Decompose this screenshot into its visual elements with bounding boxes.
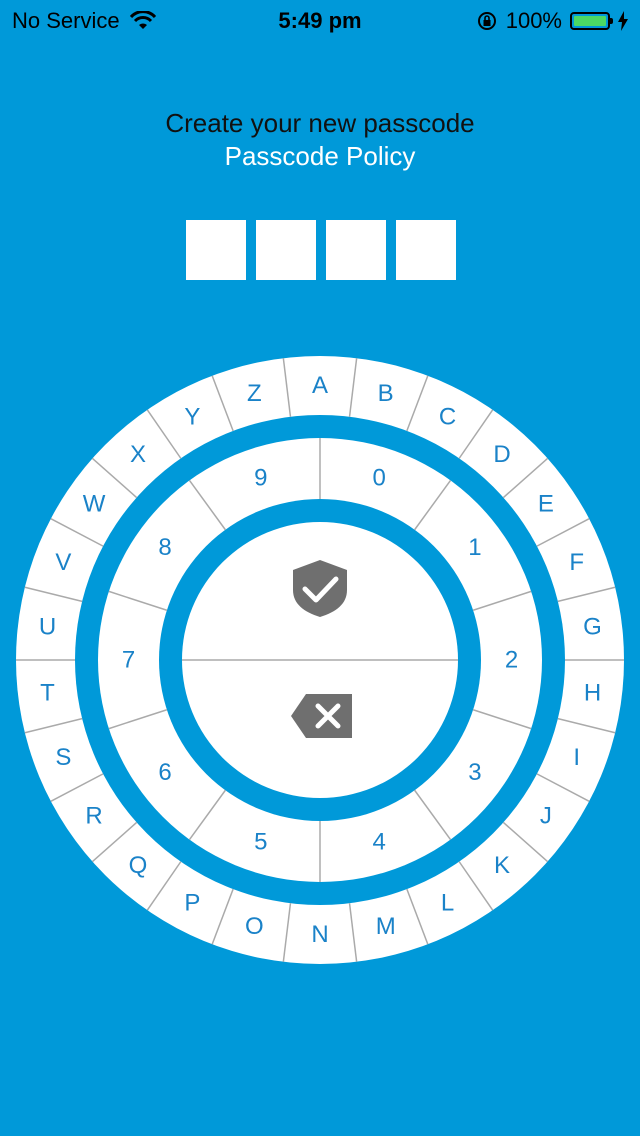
letter-key-s[interactable]: S [55,744,71,771]
letter-key-a[interactable]: A [312,372,328,399]
rotary-keypad: A B C D E F G H I J K L M N O P QR S T U V WX Y Z 0 1 2 3 4 5 6 7 8 9 [16,356,624,964]
letter-key-z[interactable]: Z [247,380,262,407]
letter-key-t[interactable]: T [40,680,55,707]
letter-key-l[interactable]: L [441,890,454,917]
letter-key-d[interactable]: D [493,441,510,468]
letter-key-p[interactable]: P [184,890,200,917]
letter-key-g[interactable]: G [583,613,602,640]
digit-key-3[interactable]: 3 [468,759,481,786]
digit-key-2[interactable]: 2 [505,647,518,674]
letter-key-f[interactable]: F [569,549,584,576]
letter-key-h[interactable]: H [584,680,601,707]
digit-key-1[interactable]: 1 [468,534,481,561]
letter-key-r[interactable]: R [85,802,102,829]
letter-key-e[interactable]: E [538,491,554,518]
letter-key-q[interactable]: Q [129,852,148,879]
digit-key-6[interactable]: 6 [158,759,171,786]
letter-key-y[interactable]: Y [184,403,200,430]
digit-key-8[interactable]: 8 [158,534,171,561]
letter-key-j[interactable]: J [540,802,552,829]
letter-key-i[interactable]: I [573,744,580,771]
letter-key-k[interactable]: K [494,852,510,879]
letter-key-v[interactable]: V [55,549,71,576]
digit-key-7[interactable]: 7 [122,647,135,674]
digit-key-9[interactable]: 9 [254,464,267,491]
digit-key-0[interactable]: 0 [372,464,385,491]
digit-key-5[interactable]: 5 [254,829,267,856]
digit-key-4[interactable]: 4 [372,829,385,856]
letter-key-w[interactable]: W [83,491,106,518]
letter-key-c[interactable]: C [439,403,456,430]
letter-key-m[interactable]: M [376,913,396,940]
letter-key-b[interactable]: B [378,380,394,407]
letter-key-x[interactable]: X [130,441,146,468]
letter-key-o[interactable]: O [245,913,264,940]
letter-key-n[interactable]: N [311,921,328,948]
letter-key-u[interactable]: U [39,613,56,640]
